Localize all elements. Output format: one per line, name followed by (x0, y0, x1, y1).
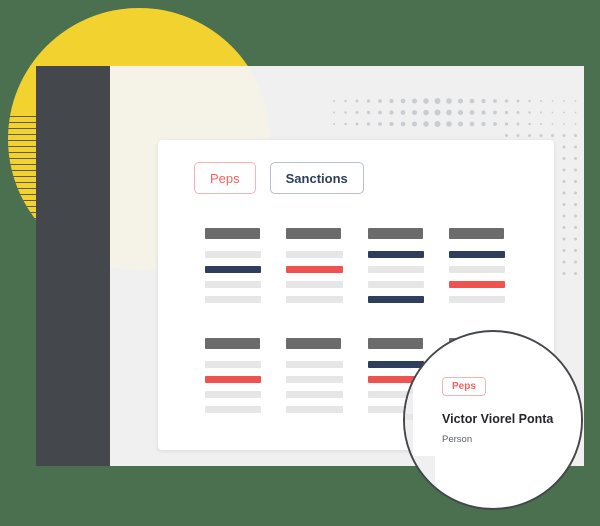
placeholder-bar-gray (448, 296, 505, 303)
magnified-person-name: Victor Viorel Ponta (442, 412, 554, 426)
placeholder-bar-navy (367, 251, 424, 258)
app-sidebar (36, 66, 110, 466)
placeholder-bar-gray (286, 361, 343, 368)
placeholder-bar-gray (286, 406, 343, 413)
placeholder-bar-gray (286, 296, 343, 303)
placeholder-column (286, 228, 343, 311)
placeholder-bar-gray (205, 281, 262, 288)
placeholder-header-bar (367, 228, 423, 239)
magnified-result-card (413, 346, 581, 456)
placeholder-column (205, 228, 262, 311)
magnified-person-role: Person (442, 434, 473, 445)
placeholder-bar-gray (286, 391, 343, 398)
placeholder-bar-navy (367, 296, 424, 303)
placeholder-bar-navy (448, 251, 505, 258)
placeholder-bar-gray (205, 406, 262, 413)
placeholder-column (448, 228, 505, 311)
placeholder-column (286, 338, 343, 421)
placeholder-bar-gray (367, 281, 424, 288)
magnifier-content: Peps Victor Viorel Ponta Person (405, 332, 581, 508)
placeholder-bar-gray (205, 251, 262, 258)
placeholder-header-bar (286, 338, 342, 349)
illustration-stage: Peps Sanctions Peps Victor Viorel Ponta … (0, 0, 600, 526)
placeholder-bar-gray (448, 266, 505, 273)
placeholder-column (367, 228, 424, 311)
placeholder-bar-gray (286, 281, 343, 288)
tab-peps[interactable]: Peps (194, 162, 256, 194)
tab-sanctions[interactable]: Sanctions (269, 162, 364, 194)
placeholder-column (205, 338, 262, 421)
tab-bar: Peps Sanctions (194, 162, 364, 194)
placeholder-bar-navy (205, 266, 262, 273)
placeholder-bar-red (448, 281, 505, 288)
placeholder-bar-gray (205, 296, 262, 303)
placeholder-header-bar (205, 228, 260, 239)
magnified-background-bar (405, 336, 431, 342)
placeholder-bar-gray (367, 266, 424, 273)
placeholder-header-bar (448, 228, 504, 239)
placeholder-header-bar (286, 228, 342, 239)
placeholder-bar-gray (205, 361, 262, 368)
placeholder-header-bar (205, 338, 260, 349)
placeholder-bar-gray (286, 376, 343, 383)
placeholder-bar-gray (205, 391, 262, 398)
magnified-peps-badge: Peps (442, 377, 486, 396)
placeholder-bar-red (205, 376, 262, 383)
magnifier-circle: Peps Victor Viorel Ponta Person (403, 330, 583, 510)
placeholder-bar-red (286, 266, 343, 273)
placeholder-bar-gray (286, 251, 343, 258)
placeholder-row (205, 228, 505, 311)
